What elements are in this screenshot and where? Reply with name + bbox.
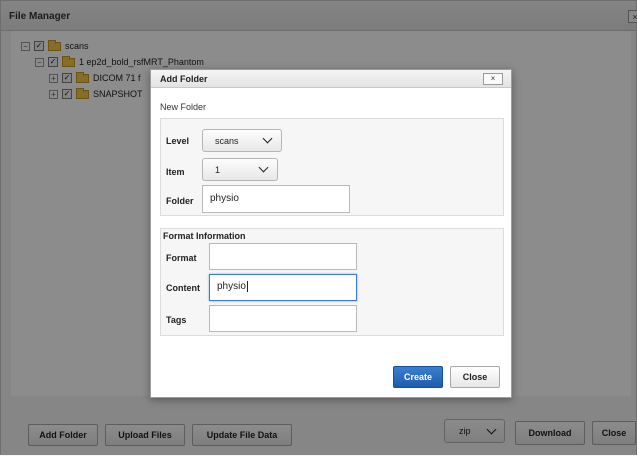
folder-location-panel: Level scans Item 1 Folder physio — [160, 118, 504, 216]
folder-name-input[interactable]: physio — [202, 185, 350, 213]
format-information-panel: Format Information Format Content physio… — [160, 228, 504, 336]
dialog-subtitle: New Folder — [160, 102, 207, 112]
item-select-value: 1 — [215, 165, 221, 175]
dialog-titlebar: Add Folder × — [151, 70, 511, 88]
chevron-down-icon — [262, 133, 273, 144]
add-folder-dialog: Add Folder × New Folder Level scans Item… — [150, 69, 512, 398]
format-input[interactable] — [209, 243, 357, 270]
folder-label: Folder — [166, 196, 194, 206]
item-label: Item — [166, 167, 185, 177]
content-input-value: physio — [217, 281, 246, 292]
tags-label: Tags — [166, 315, 187, 325]
level-label: Level — [166, 136, 190, 146]
content-input[interactable]: physio — [209, 274, 357, 301]
format-label: Format — [166, 253, 197, 263]
tags-input[interactable] — [209, 305, 357, 332]
dialog-title: Add Folder — [160, 74, 208, 84]
level-select-value: scans — [215, 136, 239, 146]
format-information-heading: Format Information — [163, 231, 246, 241]
item-select[interactable]: 1 — [202, 158, 278, 181]
text-cursor — [246, 280, 248, 292]
level-select[interactable]: scans — [202, 129, 282, 152]
dialog-close-icon[interactable]: × — [483, 73, 503, 85]
content-label: Content — [166, 283, 200, 293]
dialog-close-button[interactable]: Close — [450, 366, 500, 388]
create-button[interactable]: Create — [393, 366, 443, 388]
chevron-down-icon — [258, 162, 269, 173]
